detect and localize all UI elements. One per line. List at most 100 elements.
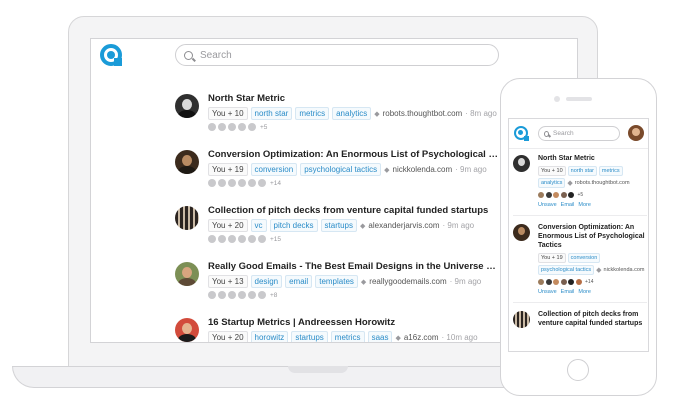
saver-avatar[interactable] bbox=[218, 291, 226, 299]
saver-avatar[interactable] bbox=[258, 291, 266, 299]
mobile-search-input[interactable] bbox=[553, 130, 619, 137]
saver-avatar[interactable] bbox=[208, 235, 216, 243]
more-savers-count[interactable]: +15 bbox=[270, 236, 281, 243]
tag-chip[interactable]: email bbox=[285, 275, 313, 288]
saver-avatar[interactable] bbox=[238, 291, 246, 299]
saver-avatar[interactable] bbox=[208, 123, 216, 131]
unsave-action-link[interactable]: Unsave bbox=[538, 202, 557, 208]
more-savers-count[interactable]: +5 bbox=[260, 124, 267, 131]
tag-chip[interactable]: north star bbox=[250, 107, 293, 120]
author-avatar[interactable] bbox=[175, 150, 199, 174]
tag-chip[interactable]: templates bbox=[315, 275, 358, 288]
tag-chip[interactable]: design bbox=[250, 275, 283, 288]
saver-avatar[interactable] bbox=[248, 235, 256, 243]
author-avatar[interactable] bbox=[175, 318, 199, 342]
saver-avatar[interactable] bbox=[258, 179, 266, 187]
saver-avatar[interactable] bbox=[568, 192, 574, 198]
author-avatar[interactable] bbox=[175, 262, 199, 286]
saver-avatar[interactable] bbox=[560, 192, 567, 198]
unsave-action-link[interactable]: Unsave bbox=[538, 289, 557, 295]
tag-chip[interactable]: startups bbox=[320, 219, 358, 232]
item-title[interactable]: Conversion Optimization: An Enormous Lis… bbox=[538, 222, 647, 250]
more-savers-count[interactable]: +14 bbox=[270, 180, 281, 187]
item-domain[interactable]: a16z.com bbox=[404, 333, 439, 342]
saver-avatar[interactable] bbox=[228, 235, 236, 243]
more-savers-count[interactable]: +5 bbox=[578, 192, 584, 198]
saver-avatar[interactable] bbox=[218, 235, 226, 243]
item-domain[interactable]: nickkolenda.com bbox=[604, 267, 645, 273]
item-title[interactable]: Collection of pitch decks from venture c… bbox=[538, 309, 647, 328]
saver-avatar[interactable] bbox=[538, 279, 544, 285]
saved-by-badge[interactable]: You + 20 bbox=[208, 331, 248, 342]
saver-avatar[interactable] bbox=[228, 291, 236, 299]
item-domain[interactable]: robots.thoughtbot.com bbox=[383, 109, 463, 118]
tag-chip[interactable]: conversion bbox=[250, 163, 298, 176]
tag-chip[interactable]: horowitz bbox=[250, 331, 289, 342]
saved-by-badge[interactable]: You + 10 bbox=[538, 166, 566, 176]
tag-chip[interactable]: analytics bbox=[538, 178, 566, 188]
desktop-search-bar[interactable] bbox=[175, 44, 499, 66]
desktop-search-input[interactable] bbox=[200, 49, 480, 61]
author-avatar[interactable] bbox=[513, 311, 530, 328]
item-title[interactable]: 16 Startup Metrics | Andreessen Horowitz bbox=[208, 317, 498, 328]
tag-chip[interactable]: north star bbox=[567, 166, 597, 176]
tag-chip[interactable]: saas bbox=[367, 331, 393, 342]
saver-avatar[interactable] bbox=[248, 291, 256, 299]
saver-avatar[interactable] bbox=[208, 179, 216, 187]
item-domain[interactable]: nickkolenda.com bbox=[393, 165, 453, 174]
saved-by-badge[interactable]: You + 19 bbox=[208, 163, 248, 176]
user-avatar[interactable] bbox=[628, 125, 644, 141]
saver-avatar[interactable] bbox=[568, 279, 574, 285]
saver-avatar[interactable] bbox=[218, 179, 226, 187]
more-action-link[interactable]: More bbox=[578, 202, 591, 208]
mobile-search-bar[interactable] bbox=[538, 126, 620, 141]
item-title[interactable]: Collection of pitch decks from venture c… bbox=[208, 205, 498, 216]
saver-avatar[interactable] bbox=[238, 123, 246, 131]
tag-chip[interactable]: analytics bbox=[332, 107, 372, 120]
feed-item[interactable]: Conversion Optimization: An Enormous Lis… bbox=[513, 222, 647, 295]
email-action-link[interactable]: Email bbox=[561, 202, 575, 208]
tag-chip[interactable]: metrics bbox=[295, 107, 330, 120]
tag-chip[interactable]: startups bbox=[291, 331, 328, 342]
feed-item[interactable]: Collection of pitch decks from venture c… bbox=[513, 309, 647, 328]
saver-avatar[interactable] bbox=[575, 279, 582, 285]
tag-chip[interactable]: psychological tactics bbox=[538, 265, 595, 275]
app-logo-icon[interactable] bbox=[100, 44, 122, 66]
phone-home-button[interactable] bbox=[567, 359, 589, 381]
tag-chip[interactable]: pitch decks bbox=[269, 219, 318, 232]
saved-by-badge[interactable]: You + 20 bbox=[208, 219, 248, 232]
tag-chip[interactable]: psychological tactics bbox=[300, 163, 382, 176]
item-title[interactable]: Conversion Optimization: An Enormous Lis… bbox=[208, 149, 498, 160]
more-savers-count[interactable]: +8 bbox=[270, 292, 277, 299]
saved-by-badge[interactable]: You + 19 bbox=[538, 253, 566, 263]
item-domain[interactable]: reallygoodemails.com bbox=[369, 277, 446, 286]
saver-avatar[interactable] bbox=[538, 192, 544, 198]
tag-chip[interactable]: metrics bbox=[598, 166, 623, 176]
saver-avatar[interactable] bbox=[228, 179, 236, 187]
author-avatar[interactable] bbox=[513, 224, 530, 241]
saver-avatar[interactable] bbox=[218, 123, 226, 131]
item-domain[interactable]: robots.thoughtbot.com bbox=[575, 180, 630, 186]
saver-avatar[interactable] bbox=[553, 279, 559, 285]
saver-avatar[interactable] bbox=[258, 235, 266, 243]
saver-avatar[interactable] bbox=[238, 235, 246, 243]
saver-avatar[interactable] bbox=[208, 291, 216, 299]
saver-avatar[interactable] bbox=[228, 123, 236, 131]
email-action-link[interactable]: Email bbox=[561, 289, 575, 295]
saved-by-badge[interactable]: You + 10 bbox=[208, 107, 248, 120]
tag-chip[interactable]: metrics bbox=[330, 331, 365, 342]
author-avatar[interactable] bbox=[513, 155, 530, 172]
saver-avatar[interactable] bbox=[553, 192, 559, 198]
saver-avatar[interactable] bbox=[545, 279, 552, 285]
item-title[interactable]: North Star Metric bbox=[208, 93, 498, 104]
saver-avatar[interactable] bbox=[560, 279, 567, 285]
more-savers-count[interactable]: +14 bbox=[585, 279, 593, 285]
tag-chip[interactable]: vc bbox=[250, 219, 267, 232]
saved-by-badge[interactable]: You + 13 bbox=[208, 275, 248, 288]
saver-avatar[interactable] bbox=[248, 179, 256, 187]
item-domain[interactable]: alexanderjarvis.com bbox=[368, 221, 439, 230]
item-title[interactable]: Really Good Emails - The Best Email Desi… bbox=[208, 261, 498, 272]
author-avatar[interactable] bbox=[175, 94, 199, 118]
saver-avatar[interactable] bbox=[545, 192, 552, 198]
feed-item[interactable]: North Star Metric You + 10 north star metri… bbox=[513, 153, 647, 208]
